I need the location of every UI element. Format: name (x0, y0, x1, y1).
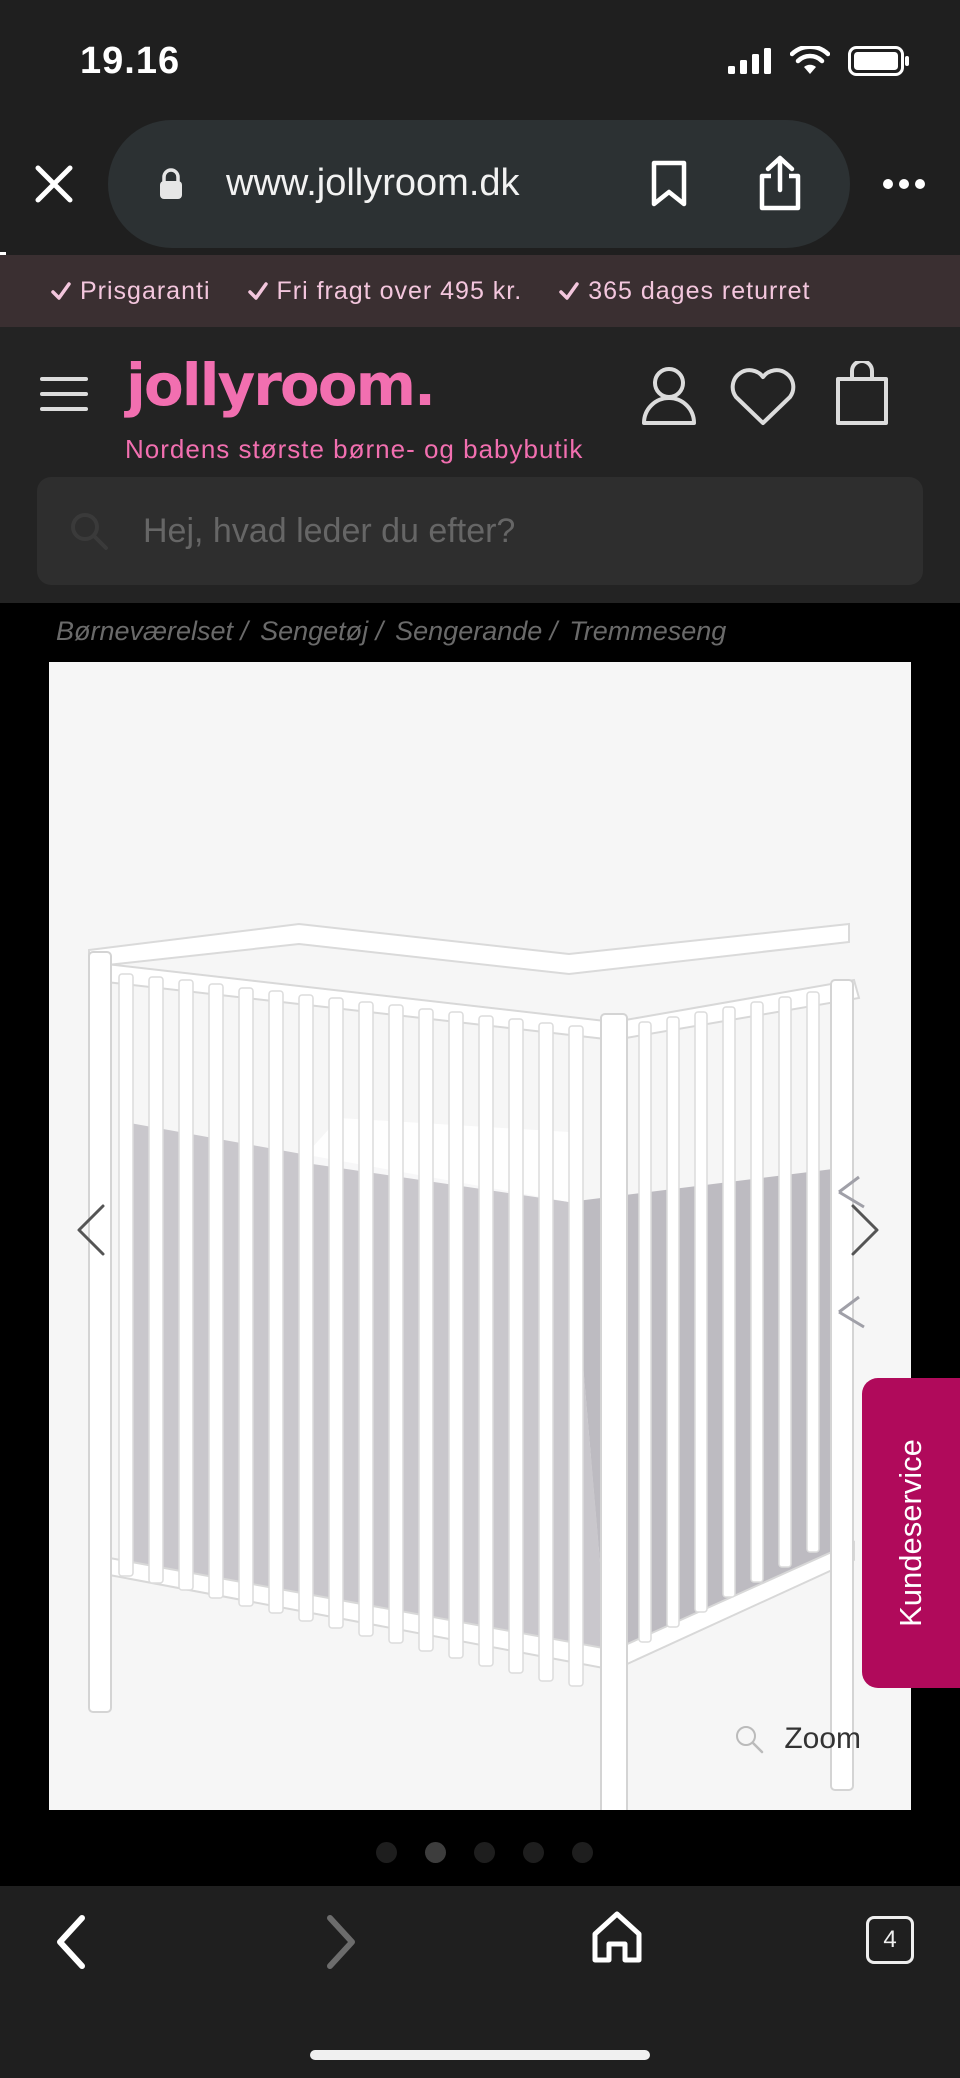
home-icon[interactable] (590, 1908, 644, 1966)
tabs-count-button[interactable]: 4 (866, 1916, 914, 1964)
share-icon[interactable] (756, 154, 804, 212)
usp-label: Fri fragt over 495 kr. (276, 276, 523, 305)
site-header: jollyroom. Nordens største børne- og bab… (0, 327, 960, 603)
browser-toolbar: 4 (0, 1886, 960, 2078)
signal-icon (728, 48, 771, 74)
browser-address-bar: www.jollyroom.dk (0, 120, 960, 255)
zoom-button[interactable]: Zoom (734, 1722, 861, 1756)
checkmark-icon (559, 282, 579, 300)
status-time: 19.16 (80, 40, 181, 82)
checkmark-icon (247, 282, 268, 300)
search-icon (71, 513, 108, 550)
checkmark-icon (51, 282, 71, 300)
usp-strip: Prisgaranti Fri fragt over 495 kr. 365 d… (0, 255, 960, 327)
status-bar: 19.16 (0, 0, 960, 120)
battery-icon (848, 46, 909, 76)
menu-icon[interactable] (40, 377, 88, 413)
previous-image-arrow[interactable] (73, 1202, 107, 1258)
breadcrumb-item[interactable]: Tremmeseng (569, 616, 726, 647)
breadcrumb-item[interactable]: Sengerande / (395, 616, 557, 647)
carousel-dot[interactable] (571, 1842, 593, 1863)
crib-product-image (88, 922, 865, 1810)
carousel-dot[interactable] (473, 1842, 495, 1863)
usp-item: Fri fragt over 495 kr. (247, 277, 523, 306)
zoom-label: Zoom (784, 1722, 861, 1755)
product-image-gallery[interactable]: Zoom (49, 662, 911, 1810)
home-indicator (310, 2050, 650, 2060)
carousel-pagination (0, 1842, 960, 1863)
forward-arrow-icon[interactable] (324, 1912, 360, 1972)
next-image-arrow[interactable] (849, 1202, 883, 1258)
status-icons (728, 46, 910, 76)
usp-item: 365 dages returret (558, 277, 810, 306)
usp-label: 365 dages returret (588, 276, 811, 305)
close-icon[interactable] (28, 158, 80, 210)
carousel-dot[interactable] (522, 1842, 544, 1863)
more-options-icon[interactable] (882, 178, 926, 190)
back-arrow-icon[interactable] (52, 1912, 88, 1972)
bookmark-icon[interactable] (650, 160, 688, 208)
account-icon[interactable] (640, 365, 698, 427)
site-tagline: Nordens største børne- og babybutik (125, 434, 584, 464)
usp-label: Prisgaranti (80, 276, 211, 305)
url-text: www.jollyroom.dk (226, 162, 520, 204)
breadcrumb-item[interactable]: Sengetøj / (260, 616, 383, 647)
wishlist-heart-icon[interactable] (728, 367, 798, 427)
breadcrumb-item[interactable]: Børneværelset / (56, 616, 248, 647)
carousel-dot[interactable] (375, 1842, 397, 1863)
customer-service-tab[interactable]: Kundeservice (862, 1378, 960, 1688)
breadcrumb: Børneværelset / Sengetøj / Sengerande / … (56, 603, 726, 659)
magnifier-icon (736, 1726, 764, 1754)
customer-service-label: Kundeservice (893, 1439, 928, 1627)
shopping-bag-icon[interactable] (834, 361, 890, 427)
wifi-icon (790, 46, 830, 74)
site-logo[interactable]: jollyroom. (126, 351, 436, 419)
url-field[interactable]: www.jollyroom.dk (108, 120, 850, 248)
lock-icon (160, 168, 182, 199)
search-bar (37, 477, 923, 585)
usp-item: Prisgaranti (50, 277, 211, 306)
search-input[interactable] (143, 477, 883, 585)
carousel-dot-active[interactable] (424, 1842, 446, 1863)
